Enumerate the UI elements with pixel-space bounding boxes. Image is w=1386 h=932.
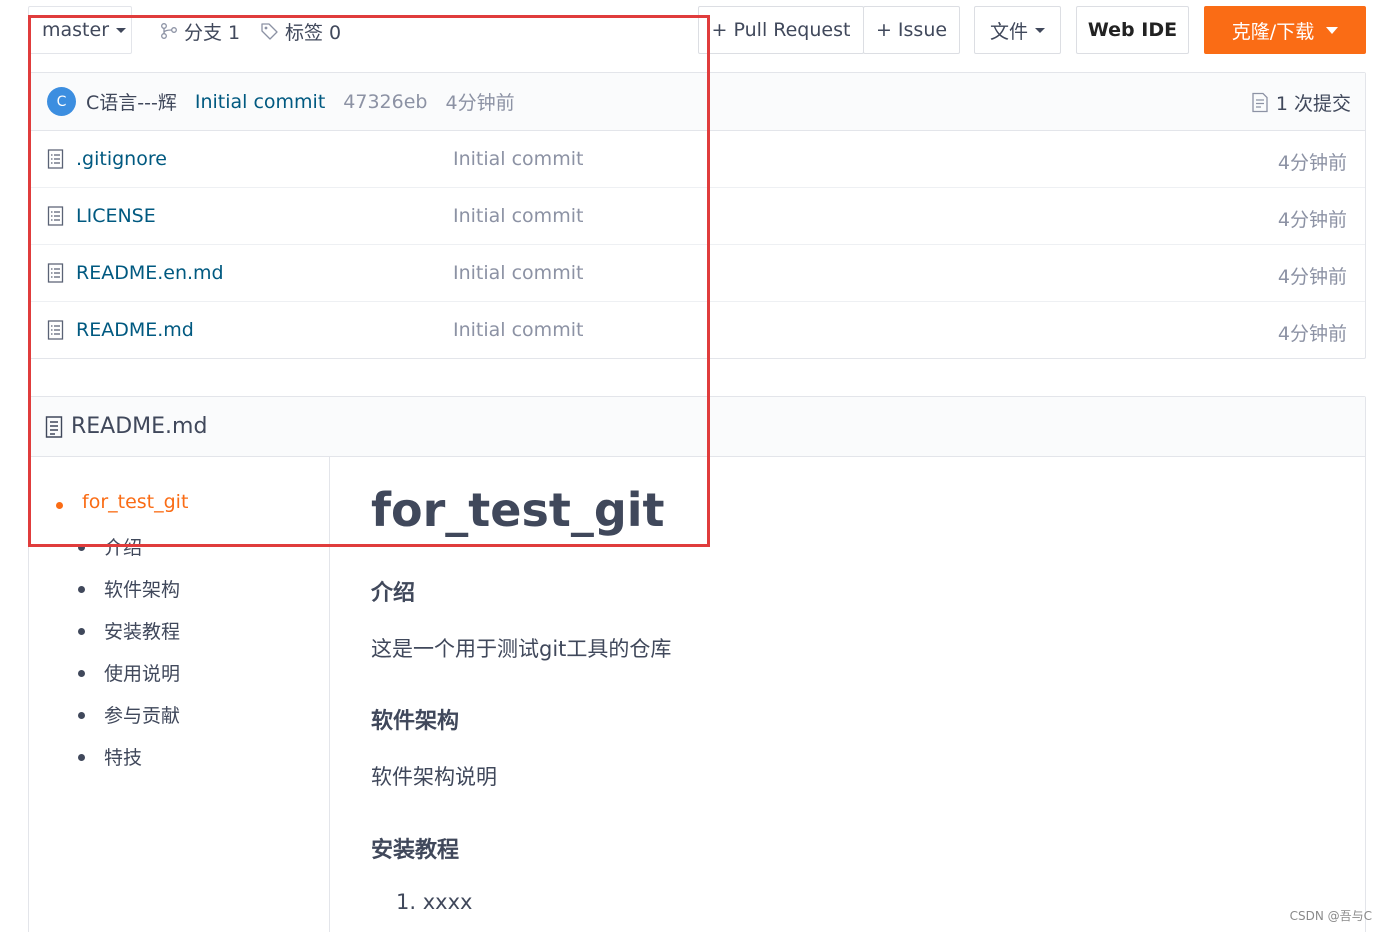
file-commit-message[interactable]: Initial commit [453, 262, 583, 284]
bullet [78, 628, 85, 635]
bullet [78, 586, 85, 593]
commit-count-link[interactable]: 1 次提交 [1251, 89, 1351, 116]
pull-request-label: + Pull Request [711, 19, 851, 41]
issue-button[interactable]: + Issue [863, 6, 960, 54]
web-ide-button[interactable]: Web IDE [1076, 6, 1189, 54]
file-row[interactable]: README.en.md Initial commit 4分钟前 [29, 245, 1365, 302]
readme-panel: README.md for_test_git 介绍 软件架构 安装教程 使用说明… [28, 396, 1366, 932]
toc-label: for_test_git [82, 491, 189, 513]
issue-label: + Issue [875, 19, 948, 41]
file-commit-time: 4分钟前 [1277, 323, 1347, 345]
file-name-link[interactable]: .gitignore [76, 148, 167, 170]
toc-item-features[interactable]: 特技 [78, 743, 143, 770]
file-list-panel: C C语言---辉 Initial commit 47326eb 4分钟前 1 … [28, 72, 1366, 359]
toc-label: 软件架构 [104, 579, 181, 601]
toc-label: 使用说明 [104, 663, 181, 685]
readme-title: for_test_git [371, 483, 665, 537]
bullet [78, 754, 85, 761]
toc-label: 特技 [104, 747, 143, 769]
file-commit-message[interactable]: Initial commit [453, 148, 583, 170]
bullet [78, 544, 85, 551]
toc-label: 参与贡献 [104, 705, 181, 727]
toc-item-install[interactable]: 安装教程 [78, 617, 181, 644]
avatar[interactable]: C [47, 87, 76, 116]
file-commit-time: 4分钟前 [1277, 266, 1347, 288]
commits-icon [1252, 92, 1268, 113]
architecture-text: 软件架构说明 [371, 765, 497, 789]
toc-label: 介绍 [104, 537, 143, 559]
bullet [56, 502, 63, 509]
file-row[interactable]: LICENSE Initial commit 4分钟前 [29, 188, 1365, 245]
intro-heading: 介绍 [371, 581, 416, 606]
file-name-link[interactable]: README.en.md [76, 262, 224, 284]
latest-commit-bar: C C语言---辉 Initial commit 47326eb 4分钟前 1 … [29, 73, 1365, 131]
file-icon [47, 206, 64, 226]
readme-file-icon [45, 415, 63, 438]
toc-item-intro[interactable]: 介绍 [78, 533, 143, 560]
install-list-item: 1. xxxx [396, 890, 473, 914]
file-icon [47, 263, 64, 283]
file-commit-time: 4分钟前 [1277, 152, 1347, 174]
toc-item-architecture[interactable]: 软件架构 [78, 575, 181, 602]
bullet [78, 670, 85, 677]
file-icon [47, 320, 64, 340]
clone-download-button[interactable]: 克隆/下载 [1204, 6, 1366, 54]
readme-filename: README.md [71, 414, 208, 439]
watermark: CSDN @吾与C [1289, 909, 1372, 923]
file-name-link[interactable]: LICENSE [76, 205, 156, 227]
commit-time: 4分钟前 [445, 92, 515, 114]
file-name-link[interactable]: README.md [76, 319, 194, 341]
toc-item-usage[interactable]: 使用说明 [78, 659, 181, 686]
file-commit-message[interactable]: Initial commit [453, 319, 583, 341]
readme-toc: for_test_git 介绍 软件架构 安装教程 使用说明 参与贡献 特技 [29, 457, 330, 932]
readme-header: README.md [29, 397, 1365, 457]
files-label: 文件 [989, 20, 1028, 43]
tags-link[interactable]: 标签 0 [260, 18, 341, 44]
intro-text: 这是一个用于测试git工具的仓库 [371, 637, 672, 661]
commit-message-link[interactable]: Initial commit [195, 91, 325, 113]
toc-item-for-test-git[interactable]: for_test_git [56, 491, 189, 513]
branch-select[interactable]: master [28, 6, 132, 54]
web-ide-label: Web IDE [1087, 19, 1178, 41]
tag-icon [261, 23, 278, 40]
pull-request-button[interactable]: + Pull Request [698, 6, 864, 54]
commit-author[interactable]: C语言---辉 [86, 88, 177, 115]
branches-label: 分支 1 [184, 21, 241, 44]
files-dropdown-button[interactable]: 文件 [974, 6, 1061, 54]
chevron-down-icon [1326, 26, 1339, 34]
clone-download-label: 克隆/下载 [1231, 20, 1315, 43]
toc-label: 安装教程 [104, 621, 181, 643]
chevron-down-icon [116, 27, 127, 33]
file-row[interactable]: .gitignore Initial commit 4分钟前 [29, 131, 1365, 188]
commit-hash[interactable]: 47326eb [343, 91, 427, 113]
install-heading: 安装教程 [371, 838, 460, 863]
repo-toolbar: master 分支 1 标签 0 + Pull Request + Issue … [0, 0, 1386, 62]
branches-link[interactable]: 分支 1 [160, 18, 240, 44]
tags-label: 标签 0 [285, 21, 342, 44]
chevron-down-icon [1035, 27, 1045, 33]
branch-icon [161, 23, 177, 39]
file-icon [47, 149, 64, 169]
branch-name: master [42, 19, 110, 41]
bullet [78, 712, 85, 719]
file-commit-message[interactable]: Initial commit [453, 205, 583, 227]
architecture-heading: 软件架构 [371, 709, 460, 734]
file-commit-time: 4分钟前 [1277, 209, 1347, 231]
toc-item-contribute[interactable]: 参与贡献 [78, 701, 181, 728]
commit-count-label: 1 次提交 [1275, 93, 1351, 115]
file-row[interactable]: README.md Initial commit 4分钟前 [29, 302, 1365, 359]
